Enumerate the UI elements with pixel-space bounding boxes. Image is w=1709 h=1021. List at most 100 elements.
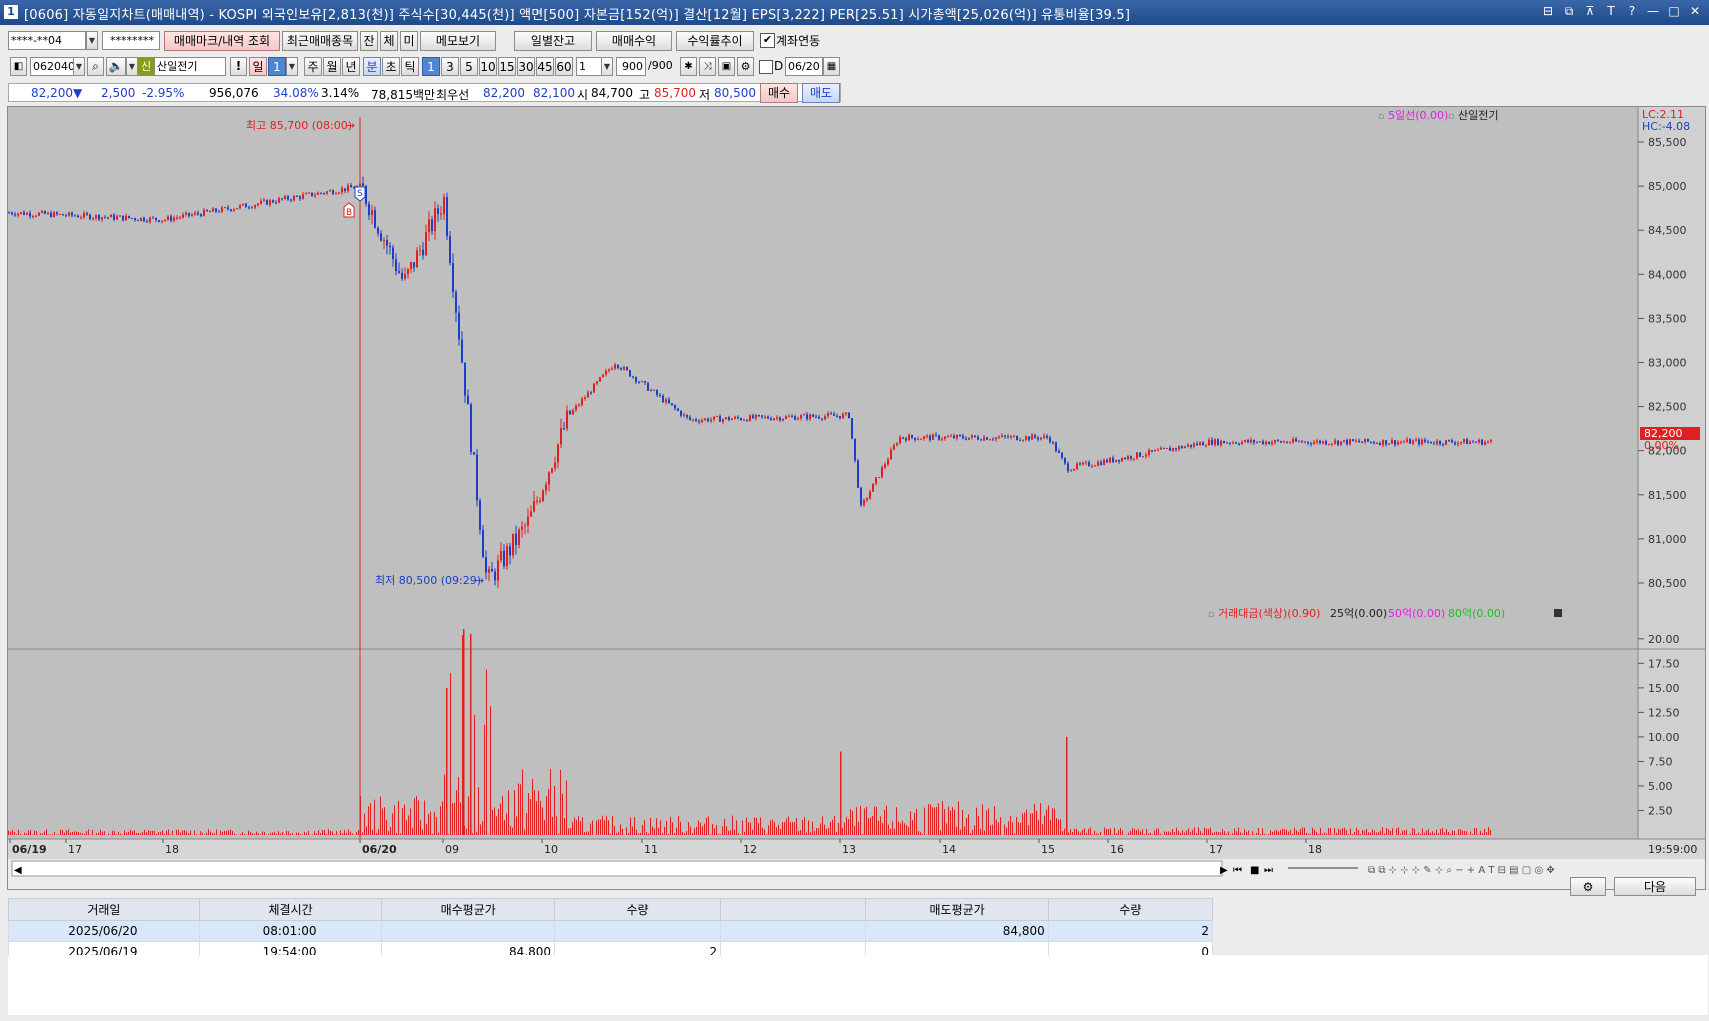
speaker-dropdown-icon[interactable]: ▼	[126, 57, 138, 76]
period-week-button[interactable]: 주	[304, 57, 322, 76]
volume-bar	[1402, 830, 1403, 835]
rewind-icon[interactable]: ⏮	[1233, 865, 1242, 876]
settings-gear-button[interactable]: ⚙	[1570, 877, 1606, 896]
minute-45-button[interactable]: 45	[536, 57, 554, 76]
candle-body	[1169, 447, 1171, 451]
period-year-button[interactable]: 년	[342, 57, 360, 76]
alert-button[interactable]: !	[230, 57, 247, 76]
account-dropdown-icon[interactable]: ▼	[86, 31, 98, 50]
minute-30-button[interactable]: 30	[517, 57, 535, 76]
candle-body	[1490, 440, 1492, 442]
data-count-input[interactable]: 900	[616, 57, 646, 76]
volume-bar	[890, 828, 891, 835]
memo-view-button[interactable]: 메모보기	[420, 31, 496, 51]
volume-bar	[552, 816, 553, 835]
scroll-left-icon[interactable]: ◀	[14, 865, 22, 876]
period-month-button[interactable]: 월	[323, 57, 341, 76]
fast-forward-icon[interactable]: ⏭	[1264, 865, 1273, 876]
date-input[interactable]: 06/20	[785, 57, 823, 76]
period-number-field[interactable]: 1	[268, 57, 286, 76]
period-second-button[interactable]: 초	[382, 57, 400, 76]
period-number-dropdown-icon[interactable]: ▼	[286, 57, 298, 76]
password-input[interactable]: ********	[102, 31, 160, 50]
minute-60-button[interactable]: 60	[555, 57, 573, 76]
candle-body	[1304, 441, 1306, 443]
volume-bar	[60, 829, 61, 835]
search-icon[interactable]: ⌕	[87, 57, 104, 76]
sell-button[interactable]: 매도	[802, 83, 840, 103]
candle-body	[779, 417, 781, 421]
buy-button[interactable]: 매수	[760, 83, 798, 103]
stock-name-field[interactable]: 산일전기	[154, 57, 226, 76]
volume-bar	[1392, 828, 1393, 835]
minute-15-button[interactable]: 15	[498, 57, 516, 76]
volume-bar	[202, 832, 203, 835]
draw-tool-icon[interactable]: ⤨	[699, 57, 716, 76]
crosshair-tool-icon[interactable]: ✱	[680, 57, 697, 76]
minute-3-button[interactable]: 3	[441, 57, 459, 76]
layout-icon[interactable]: ⊟	[1540, 3, 1556, 20]
stock-code-input[interactable]: 062040	[30, 57, 74, 76]
volume-bar	[1278, 831, 1279, 835]
chart-svg[interactable]: ◀ ▶ ⏮ ■ ⏭ ⧉ ⧉ ⊹ ⊹ ⊹ ✎ ⊹ ⌕ − + A T ⊟ ▤ ▢ …	[8, 107, 1706, 890]
maximize-icon[interactable]: □	[1666, 3, 1682, 20]
tool-icons[interactable]: ⧉ ⧉ ⊹ ⊹ ⊹ ✎ ⊹ ⌕ − + A T ⊟ ▤ ▢ ◎ ✥	[1368, 865, 1555, 876]
pin-icon[interactable]: ⊼	[1582, 3, 1598, 20]
daily-balance-button[interactable]: 일별잔고	[514, 31, 592, 51]
buy-marker[interactable]: B	[343, 202, 355, 218]
minute-5-button[interactable]: 5	[460, 57, 478, 76]
restore-small-icon[interactable]: ⧉	[1561, 3, 1577, 20]
volume-bar	[1096, 833, 1097, 835]
profit-trend-button[interactable]: 수익률추이	[676, 31, 754, 51]
candle-body	[1301, 441, 1303, 443]
volume-bar	[1094, 830, 1095, 835]
period-day-button[interactable]: 일	[249, 57, 267, 76]
unit-input[interactable]: 1	[576, 57, 602, 76]
candle-body	[140, 217, 142, 221]
trade-profit-button[interactable]: 매매수익	[596, 31, 672, 51]
stop-icon[interactable]: ■	[1250, 865, 1259, 876]
minimize-icon[interactable]: —	[1645, 3, 1661, 20]
stock-code-dropdown-icon[interactable]: ▼	[73, 57, 85, 76]
font-icon[interactable]: T	[1603, 3, 1619, 20]
sell-marker[interactable]: S	[354, 186, 366, 202]
account-link-checkbox[interactable]: ✔	[760, 33, 775, 48]
calendar-icon[interactable]: ▦	[823, 57, 840, 76]
candle-body	[446, 197, 448, 237]
help-icon[interactable]: ?	[1624, 3, 1640, 20]
chart-area[interactable]: ◀ ▶ ⏮ ■ ⏭ ⧉ ⧉ ⊹ ⊹ ⊹ ✎ ⊹ ⌕ − + A T ⊟ ▤ ▢ …	[7, 106, 1706, 890]
turnover-rate: 3.14%	[321, 86, 360, 100]
horizontal-scrollbar[interactable]	[11, 860, 1223, 877]
volume-bar	[752, 829, 753, 835]
balance-button[interactable]: 잔	[360, 31, 378, 51]
panel-toggle-icon[interactable]: ◧	[10, 57, 27, 76]
candle-body	[1448, 440, 1450, 442]
trade-mark-query-button[interactable]: 매매마크/내역 조회	[164, 31, 280, 51]
minute-10-button[interactable]: 10	[479, 57, 497, 76]
candle-body	[158, 220, 160, 222]
recent-trades-button[interactable]: 최근매매종목	[282, 31, 358, 51]
unit-dropdown-icon[interactable]: ▼	[601, 57, 613, 76]
gear-icon[interactable]: ⚙	[737, 57, 754, 76]
save-icon[interactable]: ▣	[718, 57, 735, 76]
account-input[interactable]: ****-**04	[8, 31, 86, 50]
executed-button[interactable]: 체	[380, 31, 398, 51]
candle-body	[134, 218, 136, 220]
candle-body	[467, 395, 469, 405]
price-change-percent: -2.95%	[142, 86, 185, 100]
speaker-icon[interactable]: 🔈	[106, 57, 126, 76]
candle-body	[434, 208, 436, 232]
table-row[interactable]: 2025/06/20 08:01:00 84,800 2	[8, 920, 1214, 942]
scroll-right-icon[interactable]: ▶	[1220, 865, 1228, 876]
unexecuted-button[interactable]: 미	[400, 31, 418, 51]
date-checkbox[interactable]	[759, 60, 773, 74]
volume-panel-close-icon[interactable]	[1554, 609, 1562, 617]
next-button[interactable]: 다음	[1614, 877, 1696, 896]
period-tick-button[interactable]: 틱	[401, 57, 419, 76]
minute-1-button[interactable]: 1	[422, 57, 440, 76]
volume-bar	[1142, 829, 1143, 835]
candle-body	[146, 221, 148, 223]
close-icon[interactable]: ✕	[1687, 3, 1703, 20]
candle-body	[98, 215, 100, 220]
period-minute-button[interactable]: 분	[363, 57, 381, 76]
